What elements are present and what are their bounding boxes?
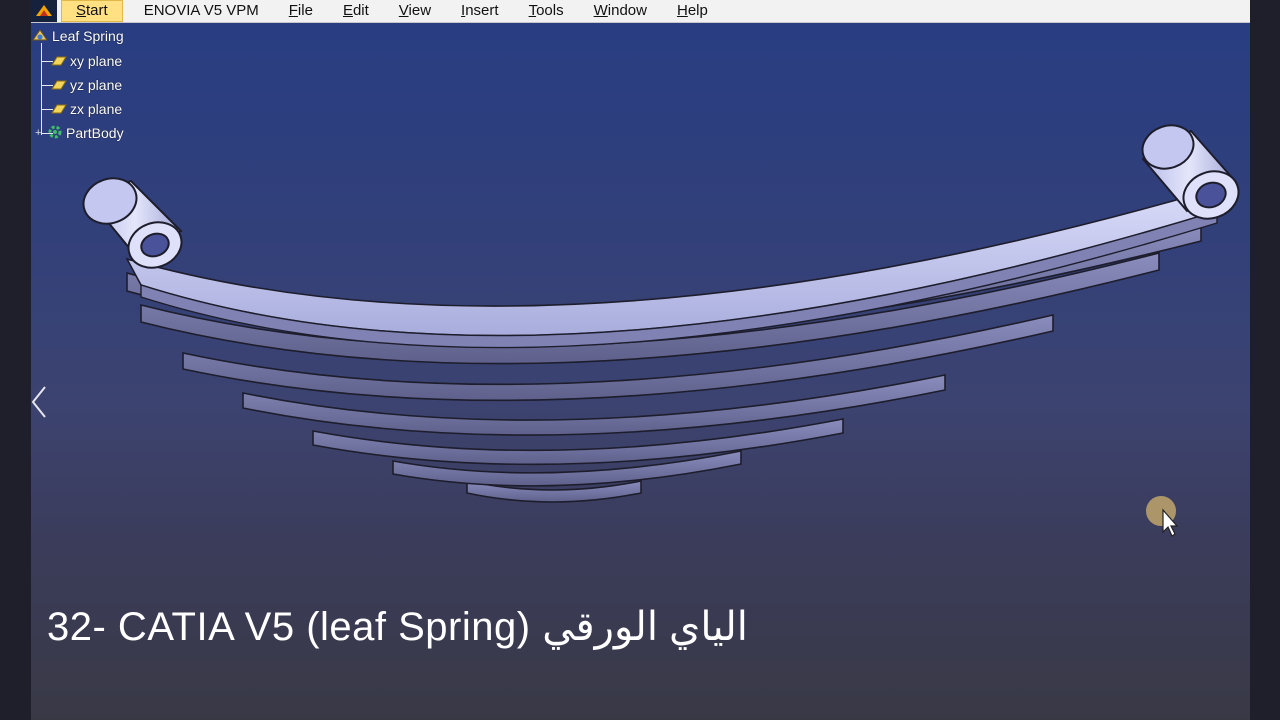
menu-help[interactable]: Help	[662, 0, 723, 22]
expand-plus-icon[interactable]: +	[35, 127, 47, 139]
plane-icon	[51, 101, 67, 117]
tree-root-label: Leaf Spring	[52, 28, 124, 44]
tree-connector	[41, 43, 42, 135]
tree-root[interactable]: Leaf Spring	[31, 27, 124, 45]
menu-edit[interactable]: Edit	[328, 0, 384, 22]
menu-start[interactable]: Start	[61, 0, 123, 22]
part-icon	[31, 27, 49, 46]
partbody-gear-icon	[47, 124, 63, 143]
menu-window[interactable]: Window	[579, 0, 662, 22]
plane-icon	[51, 77, 67, 93]
right-frame	[1250, 0, 1280, 720]
plane-icon	[51, 53, 67, 69]
tree-item-xy-plane[interactable]: xy plane	[51, 52, 122, 70]
mouse-cursor-icon	[1146, 496, 1182, 545]
menu-file[interactable]: File	[274, 0, 328, 22]
menu-view[interactable]: View	[384, 0, 446, 22]
menu-insert[interactable]: Insert	[446, 0, 514, 22]
tree-item-zx-plane[interactable]: zx plane	[51, 100, 122, 118]
3d-viewport[interactable]: Leaf Spring xy plane yz plane zx plane +…	[31, 23, 1250, 720]
catia-logo-icon[interactable]	[31, 0, 57, 22]
menu-bar: Start ENOVIA V5 VPM File Edit View Inser…	[31, 0, 1250, 23]
tree-item-yz-plane[interactable]: yz plane	[51, 76, 122, 94]
chevron-left-icon[interactable]	[30, 385, 48, 424]
video-caption: 32- CATIA V5 (leaf Spring) الياي الورقي	[47, 605, 748, 649]
menu-tools[interactable]: Tools	[514, 0, 579, 22]
tree-item-partbody[interactable]: + PartBody	[35, 124, 124, 142]
menu-enovia[interactable]: ENOVIA V5 VPM	[129, 0, 274, 22]
left-frame	[0, 0, 31, 720]
